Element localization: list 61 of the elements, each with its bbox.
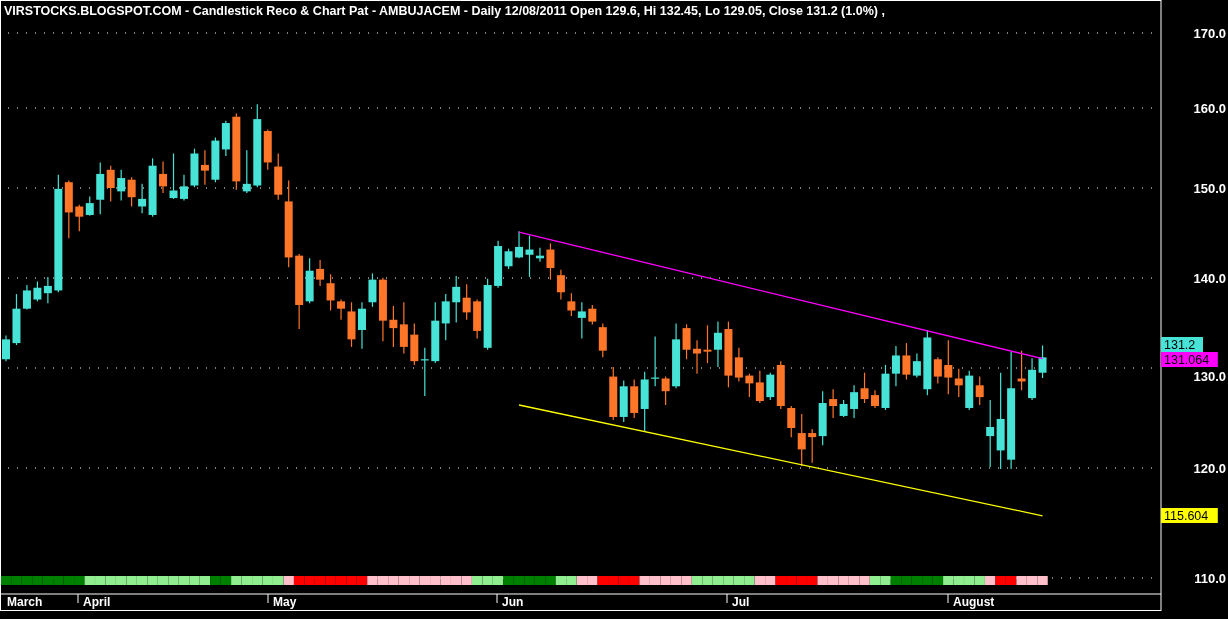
candlestick (190, 148, 199, 188)
candlestick (2, 335, 10, 362)
candlestick (326, 273, 335, 312)
chart-title: VIRSTOCKS.BLOGSPOT.COM - Candlestick Reco & Chart Pat - AMBUJACEM - Daily 12/08/2011 Open 129.6, Hi 132.45, Lo 129.05, Close 131.2 (1.0%) , (4, 4, 885, 18)
axis-label: Jul (732, 595, 750, 609)
candlestick (693, 339, 701, 375)
candlestick (975, 375, 984, 406)
candlestick (546, 242, 555, 281)
candlestick (106, 165, 115, 203)
candlestick (75, 204, 84, 232)
axis-label: 140.0 (1193, 271, 1226, 286)
candlestick (43, 276, 52, 304)
candlestick (986, 399, 995, 468)
axis-label: 170.0 (1193, 26, 1226, 41)
candlestick (891, 345, 900, 387)
axis-label: Jun (502, 595, 524, 609)
candlestick (420, 347, 429, 397)
candlestick (200, 149, 209, 186)
candlestick (619, 379, 628, 423)
candlestick (1038, 344, 1047, 379)
candlestick (881, 364, 890, 411)
candlestick (221, 120, 230, 157)
candlestick (745, 373, 754, 398)
axis-label: 160.0 (1193, 101, 1226, 116)
candlestick (399, 301, 408, 355)
candlestick (850, 384, 859, 419)
candlestick (452, 275, 461, 324)
candlestick (860, 372, 869, 404)
axis-label: 150.0 (1193, 181, 1226, 196)
candlestick (85, 195, 94, 217)
axis-label: 120.0 (1193, 461, 1226, 476)
price-tag: 115.604 (1161, 508, 1218, 523)
candlestick (316, 259, 325, 287)
candlestick (117, 169, 126, 202)
candlestick (755, 370, 764, 404)
candlestick (33, 280, 42, 302)
axis-label: April (83, 595, 111, 609)
candlestick (609, 366, 618, 421)
candlestick (180, 174, 188, 202)
candlestick (410, 322, 419, 366)
axis-label: August (953, 595, 995, 609)
axis-label: March (7, 595, 43, 609)
axis-label: 130.0 (1193, 369, 1226, 384)
price-tag: 131.064 (1161, 352, 1218, 367)
candlestick (556, 269, 565, 301)
candlestick (358, 301, 366, 350)
candlestick (871, 389, 879, 409)
candlestick (1028, 357, 1037, 401)
axis-label: 110.0 (1194, 571, 1226, 586)
candlestick (462, 283, 471, 321)
candlestick (127, 176, 136, 208)
candlestick (96, 161, 105, 215)
candlestick (431, 301, 440, 364)
candlestick (389, 305, 398, 348)
candlestick (441, 293, 450, 341)
candlestick (211, 136, 220, 183)
candlestick (713, 321, 722, 368)
axis-label: May (273, 595, 297, 609)
candlestick (703, 324, 712, 364)
candlestick (965, 370, 974, 411)
price-tag: 131.2 (1161, 337, 1203, 352)
